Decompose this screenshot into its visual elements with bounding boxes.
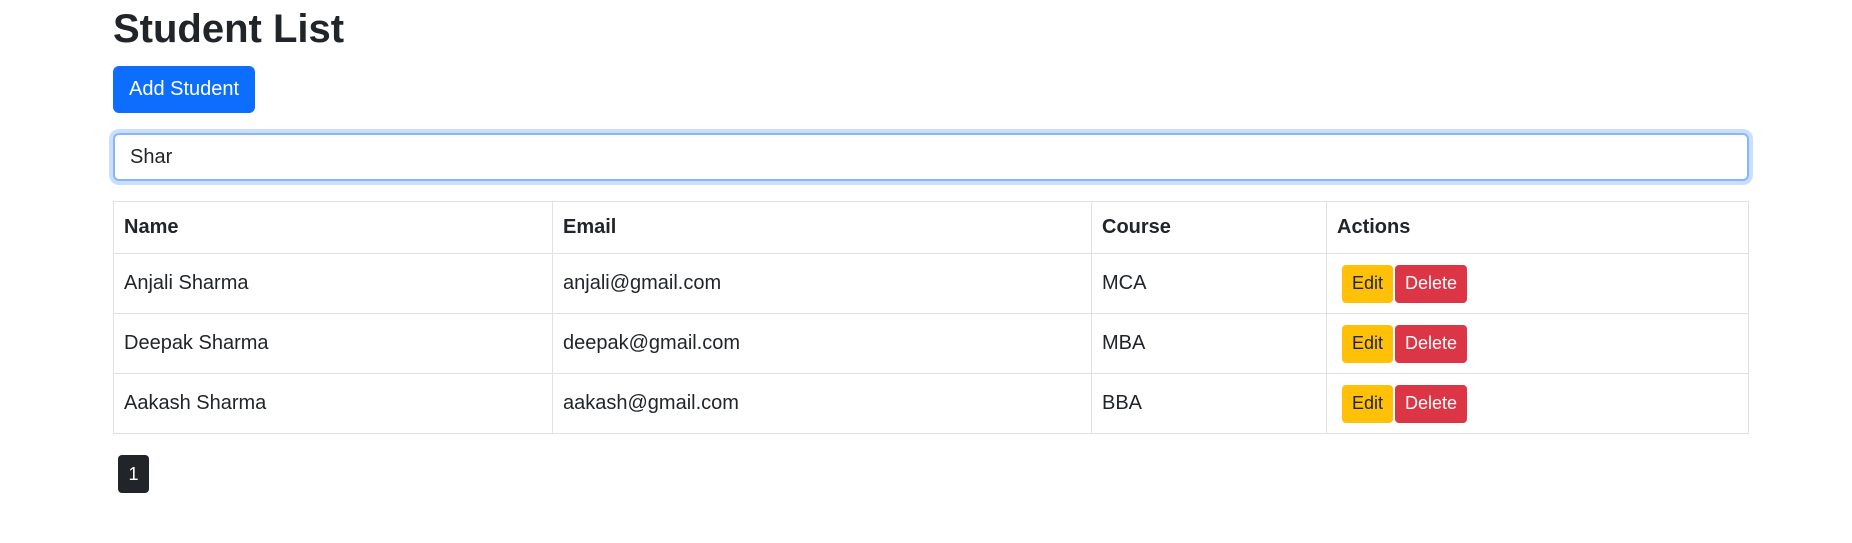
- add-student-button[interactable]: Add Student: [113, 66, 256, 113]
- header-email: Email: [552, 201, 1092, 254]
- cell-actions: Edit Delete: [1326, 313, 1749, 374]
- delete-button[interactable]: Delete: [1395, 324, 1468, 363]
- pagination: 1: [118, 455, 1749, 493]
- student-list-page: Student List Add Student Name Email Cour…: [113, 0, 1749, 493]
- edit-button[interactable]: Edit: [1342, 264, 1394, 303]
- cell-email: aakash@gmail.com: [552, 373, 1092, 434]
- cell-name: Deepak Sharma: [113, 313, 553, 374]
- page-button-1[interactable]: 1: [118, 455, 149, 493]
- delete-button[interactable]: Delete: [1395, 384, 1468, 423]
- cell-course: MCA: [1091, 253, 1327, 314]
- header-course: Course: [1091, 201, 1327, 254]
- search-container: [113, 133, 1749, 181]
- cell-course: BBA: [1091, 373, 1327, 434]
- table-row: Anjali Sharma anjali@gmail.com MCA Edit D…: [113, 253, 1749, 314]
- edit-button[interactable]: Edit: [1342, 324, 1394, 363]
- search-input[interactable]: [113, 133, 1749, 181]
- table-header-row: Name Email Course Actions: [113, 201, 1749, 254]
- cell-actions: Edit Delete: [1326, 373, 1749, 434]
- cell-email: deepak@gmail.com: [552, 313, 1092, 374]
- students-table: Name Email Course Actions Anjali Sharma …: [113, 201, 1749, 434]
- cell-course: MBA: [1091, 313, 1327, 374]
- table-row: Deepak Sharma deepak@gmail.com MBA Edit D…: [113, 313, 1749, 374]
- table-row: Aakash Sharma aakash@gmail.com BBA Edit D…: [113, 373, 1749, 434]
- edit-button[interactable]: Edit: [1342, 384, 1394, 423]
- cell-email: anjali@gmail.com: [552, 253, 1092, 314]
- header-actions: Actions: [1326, 201, 1749, 254]
- cell-actions: Edit Delete: [1326, 253, 1749, 314]
- delete-button[interactable]: Delete: [1395, 264, 1468, 303]
- header-name: Name: [113, 201, 553, 254]
- page-title: Student List: [113, 7, 345, 51]
- cell-name: Anjali Sharma: [113, 253, 553, 314]
- cell-name: Aakash Sharma: [113, 373, 553, 434]
